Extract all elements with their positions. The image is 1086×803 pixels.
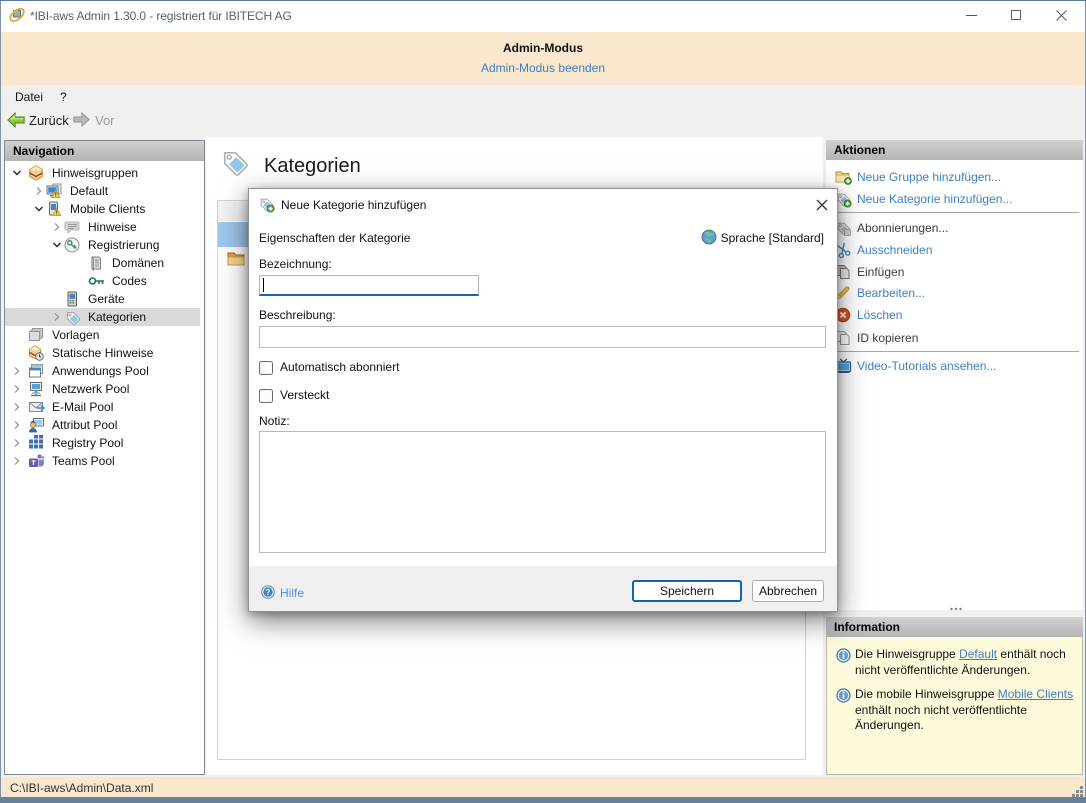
svg-text:?: ?: [266, 588, 271, 597]
